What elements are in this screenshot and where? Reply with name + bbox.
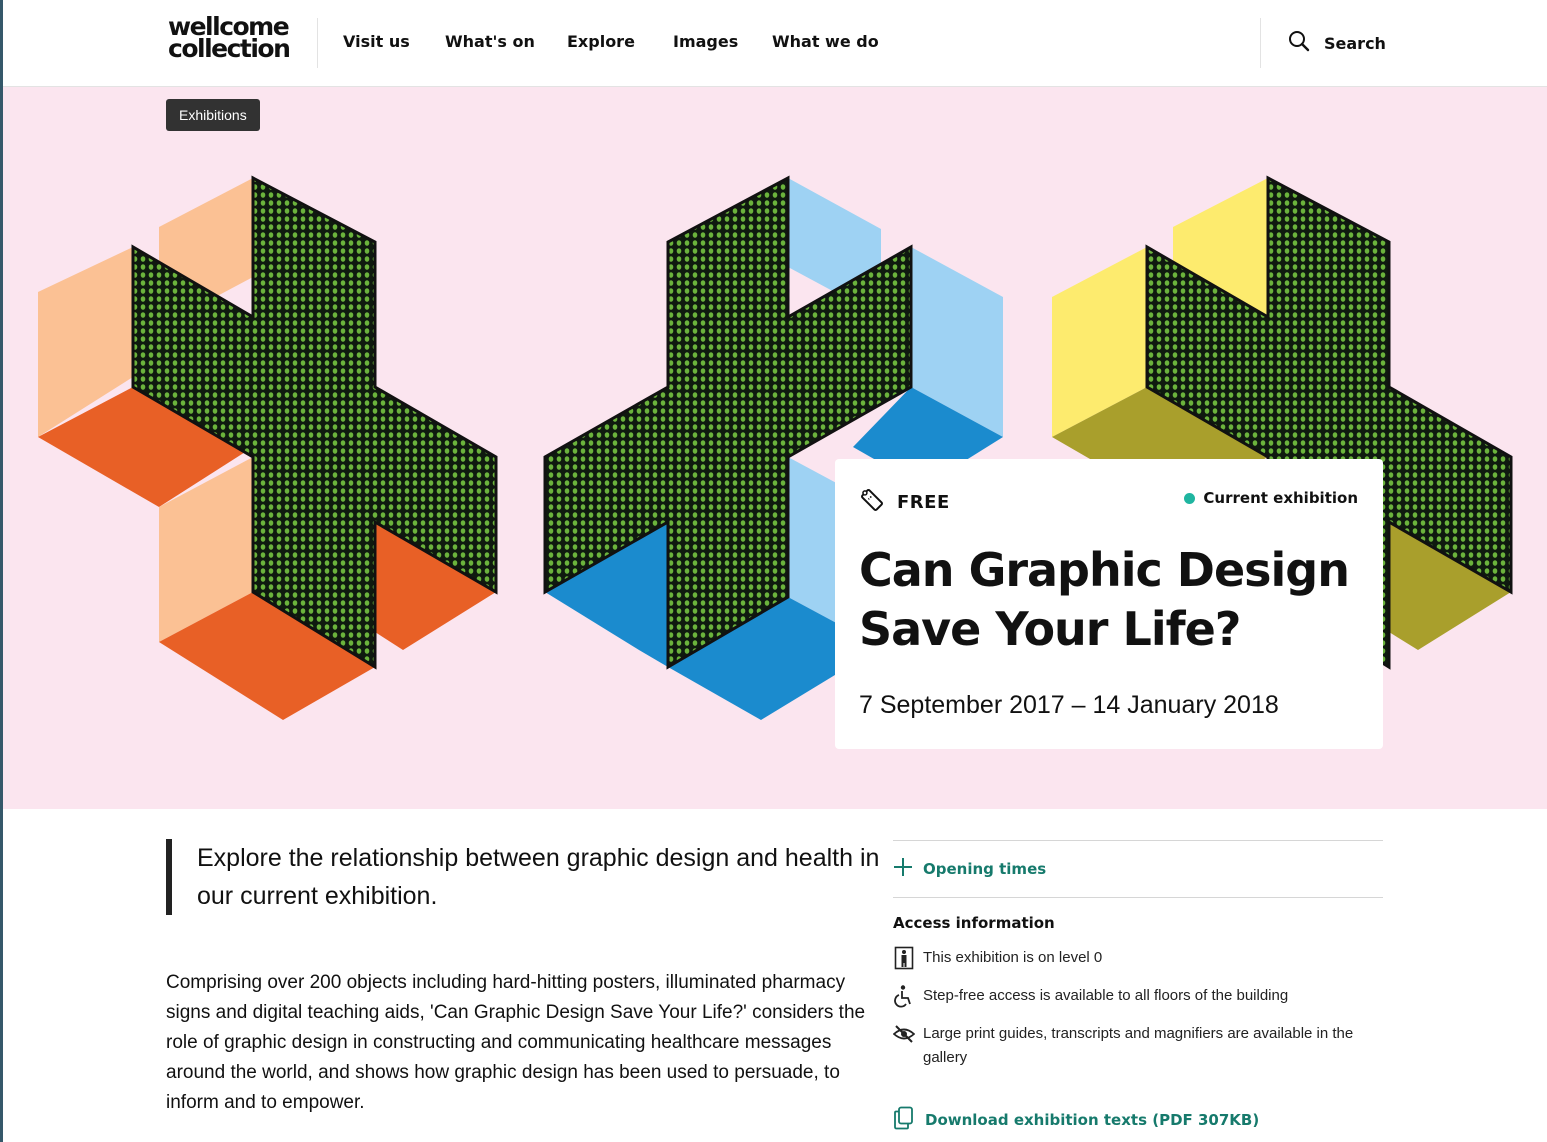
download-label: Download exhibition texts (PDF 307KB) — [925, 1111, 1260, 1129]
nav-whats-on[interactable]: What's on — [439, 32, 541, 61]
nav-explore[interactable]: Explore — [567, 32, 635, 51]
search-icon — [1288, 30, 1310, 56]
search-button[interactable]: Search — [1288, 30, 1386, 56]
access-item-text: This exhibition is on level 0 — [923, 949, 1103, 966]
download-exhibition-texts-link[interactable]: Download exhibition texts (PDF 307KB) — [893, 1106, 1259, 1134]
access-heading: Access information — [893, 914, 1055, 932]
active-nav-underline — [439, 55, 541, 61]
document-icon — [893, 1106, 915, 1134]
nav-images[interactable]: Images — [673, 32, 738, 51]
standfirst: Explore the relationship between graphic… — [166, 839, 897, 915]
divider — [893, 897, 1383, 898]
category-tag[interactable]: Exhibitions — [166, 99, 260, 131]
access-item-large-print: Large print guides, transcripts and magn… — [893, 1022, 1383, 1070]
opening-times-label: Opening times — [923, 860, 1047, 878]
logo-line-2: collection — [168, 34, 291, 63]
status-text: Current exhibition — [1203, 489, 1358, 507]
large-print-icon — [893, 1022, 915, 1046]
exhibition-status: Current exhibition — [1184, 489, 1358, 507]
header-divider — [317, 18, 318, 68]
exhibition-info-card: FREE Current exhibition Can Graphic Desi… — [835, 459, 1383, 749]
nav-whats-on-label: What's on — [445, 32, 535, 51]
price-text: FREE — [897, 492, 950, 513]
body-paragraph: Comprising over 200 objects including ha… — [166, 972, 866, 1113]
step-free-icon — [893, 984, 915, 1008]
access-item-text: Large print guides, transcripts and magn… — [923, 1025, 1354, 1066]
visit-info-sidebar: Opening times Access information This ex… — [893, 840, 1383, 1070]
search-label: Search — [1324, 33, 1386, 53]
price-label: FREE — [859, 487, 950, 518]
opening-times-toggle[interactable]: Opening times — [893, 841, 1383, 897]
orange-cross-artwork — [38, 175, 498, 720]
ticket-icon — [859, 487, 885, 518]
status-dot-icon — [1184, 492, 1196, 504]
site-header: wellcome collection Visit us What's on E… — [3, 0, 1547, 87]
access-item-step-free: Step-free access is available to all flo… — [893, 984, 1383, 1008]
exhibition-title: Can Graphic Design Save Your Life? — [859, 543, 1350, 656]
wellcome-collection-logo[interactable]: wellcome collection — [168, 14, 298, 63]
nav-what-we-do[interactable]: What we do — [772, 32, 879, 51]
access-item-level: This exhibition is on level 0 — [893, 946, 1383, 970]
exhibition-dates: 7 September 2017 – 14 January 2018 — [859, 691, 1279, 719]
level-icon — [893, 946, 915, 970]
access-item-text: Step-free access is available to all flo… — [923, 987, 1289, 1004]
header-divider — [1260, 18, 1261, 68]
plus-icon — [893, 857, 913, 881]
nav-visit-us[interactable]: Visit us — [343, 32, 410, 51]
exhibition-hero: Exhibitions FREE Current exhibition Can … — [3, 87, 1547, 809]
